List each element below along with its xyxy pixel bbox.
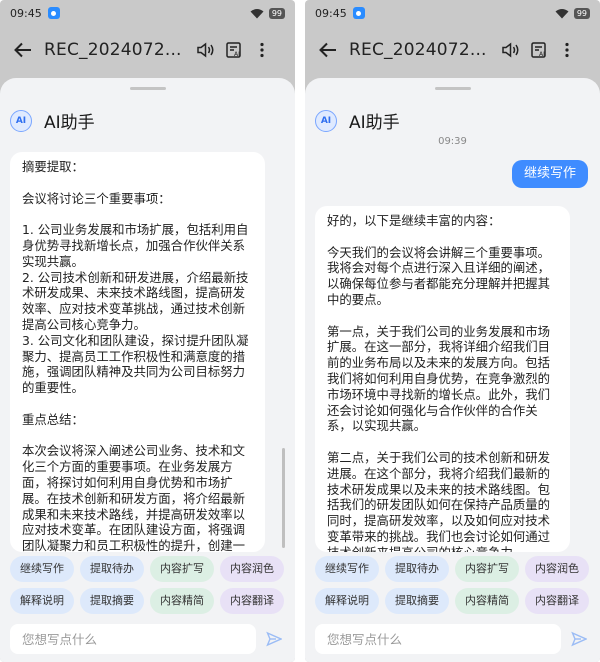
chip-row: 继续写作 提取待办 内容扩写 内容润色: [10, 556, 284, 582]
more-menu-button[interactable]: [553, 35, 581, 65]
ai-assistant-sheet: AI AI助手 摘要提取： 会议将讨论三个重要事项： 1. 公司业务发展和市场扩…: [0, 78, 295, 662]
chip-row: 解释说明 提取摘要 内容精简 内容翻译: [315, 588, 589, 614]
app-notification-icon: [352, 7, 365, 19]
chip-continue-writing[interactable]: 继续写作: [10, 556, 74, 582]
more-vertical-icon: [565, 42, 569, 58]
ai-document-button[interactable]: AI: [525, 35, 553, 65]
app-notification-icon: [47, 7, 60, 19]
back-button[interactable]: [313, 35, 343, 65]
chip-polish-content[interactable]: 内容润色: [525, 556, 589, 582]
send-button[interactable]: [264, 629, 284, 649]
status-bar: 09:45 99: [0, 0, 295, 26]
quick-action-chips: 继续写作 提取待办 内容扩写 内容润色 解释说明 提取摘要 内容精简 内容翻译: [0, 554, 295, 618]
chip-extract-todos[interactable]: 提取待办: [80, 556, 144, 582]
prompt-input[interactable]: [315, 624, 561, 654]
wifi-icon: [250, 8, 264, 18]
svg-text:AI: AI: [234, 51, 240, 58]
recording-title: REC_2024072...: [349, 40, 487, 60]
assistant-header: AI AI助手: [315, 108, 400, 133]
chip-translate-content[interactable]: 内容翻译: [220, 588, 284, 614]
status-bar: 09:45 99: [305, 0, 600, 26]
back-arrow-icon: [319, 42, 336, 58]
more-vertical-icon: [260, 42, 264, 58]
chip-condense-content[interactable]: 内容精简: [150, 588, 214, 614]
chip-polish-content[interactable]: 内容润色: [220, 556, 284, 582]
ai-logo-icon: AI: [10, 109, 32, 132]
sheet-drag-handle[interactable]: [434, 87, 471, 90]
speaker-icon: [197, 42, 214, 58]
message-timestamp: 09:39: [438, 136, 467, 147]
audio-play-button[interactable]: [497, 35, 525, 65]
status-time: 09:45: [315, 6, 347, 20]
chip-extract-todos[interactable]: 提取待办: [385, 556, 449, 582]
ai-document-icon: AI: [531, 42, 546, 58]
more-menu-button[interactable]: [248, 35, 276, 65]
send-icon: [571, 631, 587, 647]
scrollbar[interactable]: [282, 448, 285, 548]
audio-play-button[interactable]: [192, 35, 220, 65]
send-icon: [266, 631, 282, 647]
chip-condense-content[interactable]: 内容精简: [455, 588, 519, 614]
chip-row: 解释说明 提取摘要 内容精简 内容翻译: [10, 588, 284, 614]
chip-extract-summary[interactable]: 提取摘要: [385, 588, 449, 614]
speaker-icon: [502, 42, 519, 58]
recording-title: REC_2024072...: [44, 40, 182, 60]
app-bar: REC_2024072... AI: [305, 30, 600, 70]
assistant-title: AI助手: [44, 113, 95, 133]
ai-document-icon: AI: [226, 42, 241, 58]
send-button[interactable]: [569, 629, 589, 649]
assistant-header: AI AI助手: [10, 108, 95, 133]
ai-logo-icon: AI: [315, 109, 337, 132]
ai-assistant-sheet: AI AI助手 09:39 继续写作 好的，以下是继续丰富的内容： 今天我们的会…: [305, 78, 600, 662]
back-arrow-icon: [14, 42, 31, 58]
phone-screen-left: 09:45 99 REC_2024072... AI AI AI助手 摘要提取：…: [0, 0, 295, 662]
assistant-message-bubble: 摘要提取： 会议将讨论三个重要事项： 1. 公司业务发展和市场扩展，包括利用自身…: [10, 152, 265, 552]
chip-explain[interactable]: 解释说明: [315, 588, 379, 614]
chip-explain[interactable]: 解释说明: [10, 588, 74, 614]
assistant-title: AI助手: [349, 113, 400, 133]
chip-translate-content[interactable]: 内容翻译: [525, 588, 589, 614]
chip-continue-writing[interactable]: 继续写作: [315, 556, 379, 582]
user-message-bubble: 继续写作: [511, 160, 588, 188]
app-bar: REC_2024072... AI: [0, 30, 295, 70]
battery-icon: 99: [573, 7, 590, 19]
chip-row: 继续写作 提取待办 内容扩写 内容润色: [315, 556, 589, 582]
chip-expand-content[interactable]: 内容扩写: [455, 556, 519, 582]
battery-icon: 99: [268, 7, 285, 19]
assistant-message-bubble: 好的，以下是继续丰富的内容： 今天我们的会议将会讲解三个重要事项。我将会对每个点…: [315, 206, 570, 552]
wifi-icon: [555, 8, 569, 18]
phone-screen-right: 09:45 99 REC_2024072... AI AI AI助手 09:39…: [305, 0, 600, 662]
back-button[interactable]: [8, 35, 38, 65]
chip-extract-summary[interactable]: 提取摘要: [80, 588, 144, 614]
ai-document-button[interactable]: AI: [220, 35, 248, 65]
prompt-input[interactable]: [10, 624, 256, 654]
quick-action-chips: 继续写作 提取待办 内容扩写 内容润色 解释说明 提取摘要 内容精简 内容翻译: [305, 554, 600, 618]
chip-expand-content[interactable]: 内容扩写: [150, 556, 214, 582]
sheet-drag-handle[interactable]: [129, 87, 166, 90]
svg-text:AI: AI: [539, 51, 545, 58]
status-time: 09:45: [10, 6, 42, 20]
